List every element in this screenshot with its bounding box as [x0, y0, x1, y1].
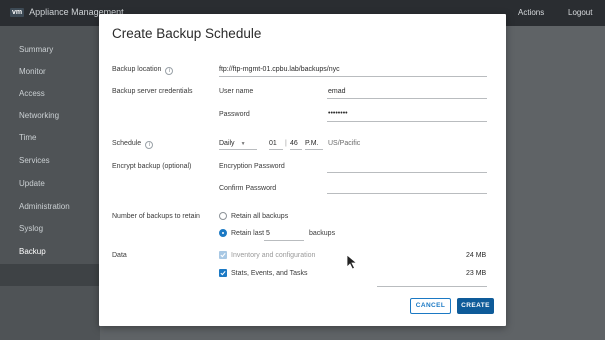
inventory-size: 24 MB [466, 252, 487, 259]
dialog-title: Create Backup Schedule [112, 26, 262, 41]
vmware-logo: vm [10, 7, 25, 17]
retain-last-count-input[interactable]: 5 [266, 230, 270, 237]
inventory-checkbox [219, 251, 227, 259]
sidebar-item-networking[interactable]: Networking [19, 111, 59, 120]
schedule-label: Schedule i [112, 140, 154, 149]
sidebar-item-administration[interactable]: Administration [19, 202, 70, 211]
sidebar-item-backup[interactable]: Backup [19, 247, 46, 256]
sidebar-item-monitor[interactable]: Monitor [19, 67, 46, 76]
schedule-hour-input[interactable]: 01 [269, 140, 283, 150]
info-icon[interactable]: i [145, 141, 154, 149]
sidebar-item-update[interactable]: Update [19, 179, 45, 188]
password-underline [327, 121, 487, 122]
retain-last-suffix: backups [309, 230, 336, 237]
encryption-password-input[interactable] [327, 172, 487, 173]
check-icon [220, 252, 226, 258]
schedule-frequency-select[interactable]: Daily ▼ [219, 140, 257, 150]
sidebar-active-highlight [0, 264, 100, 286]
schedule-ampm-select[interactable]: P.M. [305, 140, 323, 150]
password-input[interactable]: •••••••• [328, 110, 348, 117]
backup-location-underline [219, 76, 487, 77]
stats-events-tasks-label: Stats, Events, and Tasks [231, 270, 308, 277]
backup-location-label: Backup location i [112, 66, 174, 75]
username-underline [327, 98, 487, 99]
create-button[interactable]: CREATE [457, 298, 494, 314]
stats-events-tasks-size: 23 MB [466, 270, 487, 277]
sidebar-item-time[interactable]: Time [19, 133, 36, 142]
sidebar-item-summary[interactable]: Summary [19, 45, 53, 54]
data-total-divider [377, 286, 487, 287]
cancel-button[interactable]: CANCEL [410, 298, 451, 314]
sidebar-item-access[interactable]: Access [19, 89, 45, 98]
confirm-password-input[interactable] [327, 193, 487, 194]
sidebar-item-services[interactable]: Services [19, 156, 50, 165]
inventory-label: Inventory and configuration [231, 252, 316, 259]
chevron-down-icon: ▼ [240, 141, 246, 147]
retain-all-label: Retain all backups [231, 213, 289, 220]
username-label: User name [219, 88, 254, 95]
retain-all-radio[interactable] [219, 212, 227, 220]
backup-location-input[interactable]: ftp://ftp-mgmt-01.cpbu.lab/backups/nyc [219, 66, 340, 73]
schedule-timezone: US/Pacific [328, 140, 361, 147]
retain-last-radio[interactable] [219, 229, 227, 237]
info-icon[interactable]: i [165, 67, 174, 75]
encrypt-backup-label: Encrypt backup (optional) [112, 163, 192, 170]
logout-link[interactable]: Logout [568, 8, 592, 17]
confirm-password-label: Confirm Password [219, 185, 277, 192]
retain-last-label: Retain last [231, 230, 265, 237]
actions-menu[interactable]: Actions [518, 8, 544, 17]
password-label: Password [219, 111, 250, 118]
time-separator: | [285, 140, 287, 147]
stats-events-tasks-checkbox[interactable] [219, 269, 227, 277]
encryption-password-label: Encryption Password [219, 163, 285, 170]
mouse-cursor-icon [346, 254, 358, 270]
sidebar: Summary Monitor Access Networking Time S… [0, 26, 100, 340]
sidebar-item-syslog[interactable]: Syslog [19, 224, 43, 233]
username-input[interactable]: emad [328, 88, 346, 95]
retain-backups-label: Number of backups to retain [112, 213, 200, 220]
create-backup-schedule-dialog: Create Backup Schedule Backup location i … [99, 14, 506, 326]
data-label: Data [112, 252, 127, 259]
backup-credentials-label: Backup server credentials [112, 88, 193, 95]
retain-last-count-underline [264, 240, 304, 241]
check-icon [220, 270, 226, 276]
schedule-minute-input[interactable]: 46 [290, 140, 302, 150]
